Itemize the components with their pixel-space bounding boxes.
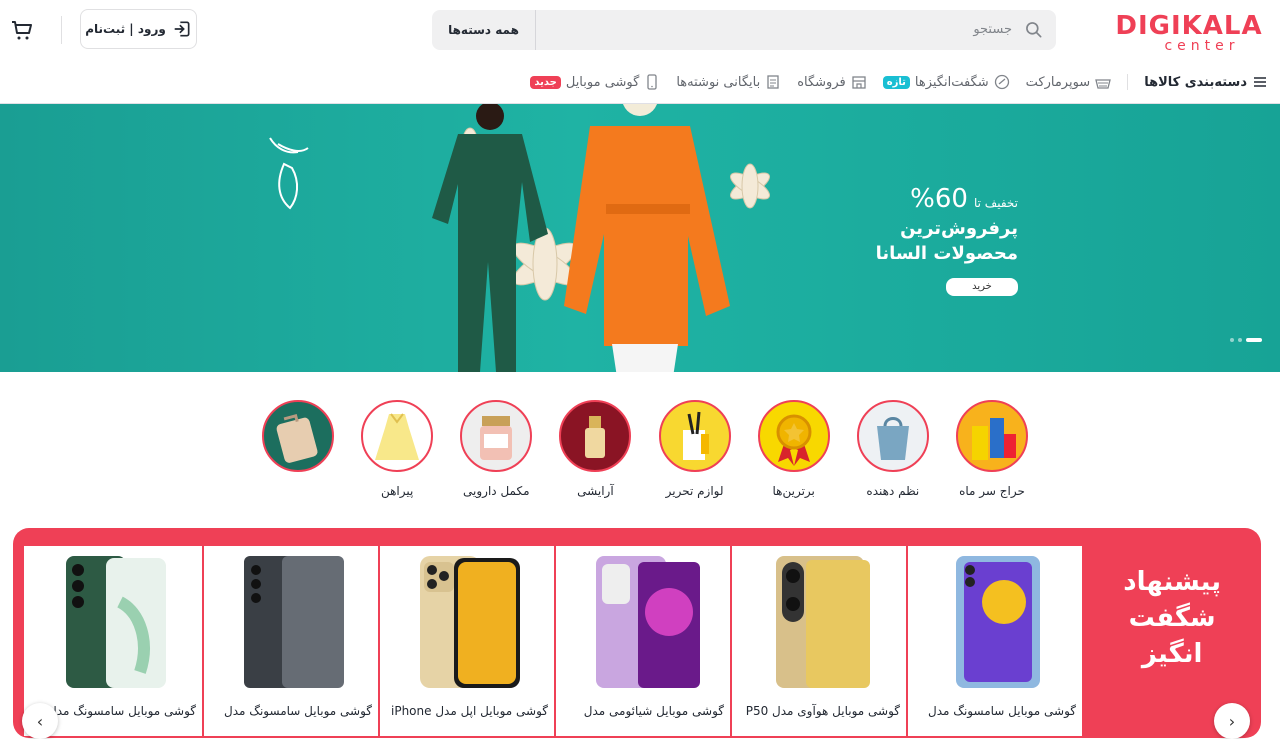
- model-orange-coat: [564, 104, 730, 372]
- hero-line2: پرفروش‌ترین: [900, 218, 1018, 239]
- product-card[interactable]: گوشی موبایل شیائومی مدل: [554, 546, 730, 736]
- category-label: لوازم تحریر: [665, 484, 724, 498]
- carousel-prev-button[interactable]: ‹: [22, 703, 58, 739]
- login-icon: [174, 21, 190, 37]
- product-title[interactable]: گوشی موبایل شیائومی مدل: [558, 702, 724, 720]
- category-item[interactable]: پیراهن: [349, 400, 445, 500]
- samsung-a73-phone: [956, 556, 1040, 688]
- amazing-offers-title[interactable]: پیشنهاد شگفت انگیز: [1123, 564, 1221, 672]
- product-card[interactable]: گوشی موبایل سامسونگ مدل: [202, 546, 378, 736]
- suitcase-icon: [262, 400, 334, 472]
- digikala-logo[interactable]: DIGIKALA center: [1110, 10, 1268, 54]
- category-item[interactable]: حراج سر ماه: [944, 400, 1040, 500]
- hero-banner[interactable]: تخفیف تا 60% پرفروش‌ترین محصولات السانا خ…: [0, 104, 1280, 372]
- xiaomi-note-phone: [596, 556, 700, 688]
- stationery-icon: [658, 400, 731, 472]
- nav-label: شگفت‌انگیزها: [914, 74, 989, 90]
- main-nav: دسته‌بندی کالاها سوپرمارکت شگفت‌انگیزها …: [514, 68, 1268, 96]
- category-label: حراج سر ماه: [959, 484, 1025, 498]
- medal-icon: [757, 400, 830, 472]
- nav-item-amazing[interactable]: شگفت‌انگیزها تازه: [882, 74, 1010, 90]
- category-item[interactable]: [250, 400, 346, 500]
- hero-text: تخفیف تا 60% پرفروش‌ترین محصولات السانا خ…: [876, 184, 1018, 296]
- carousel-dot-active[interactable]: [1246, 338, 1262, 342]
- galaxy-s22-phone: [66, 556, 166, 688]
- search-bar[interactable]: جستجو همه دسته‌ها: [432, 10, 1056, 50]
- hero-line3: محصولات السانا: [875, 243, 1018, 264]
- store-icon: [852, 76, 866, 89]
- nav-label: بایگانی نوشته‌ها: [676, 74, 761, 90]
- login-button[interactable]: ورود | ثبت‌نام: [80, 9, 197, 49]
- carousel-next-button[interactable]: ›: [1214, 703, 1250, 739]
- perfume-icon: [559, 400, 632, 472]
- carousel-dot[interactable]: [1230, 338, 1234, 342]
- amazing-title-line: پیشنهاد: [1123, 567, 1221, 597]
- category-label: آرایشی: [577, 484, 614, 498]
- hero-discount-prefix: تخفیف تا: [973, 196, 1018, 210]
- category-item[interactable]: برترین‌ها: [746, 400, 842, 500]
- category-label: پیراهن: [380, 484, 414, 498]
- galaxy-z-fold4-phone: [244, 556, 344, 688]
- document-icon: [767, 75, 779, 89]
- site-header: DIGIKALA center جستجو همه دسته‌ها ورود |…: [0, 0, 1280, 104]
- cart-icon[interactable]: [10, 18, 34, 42]
- product-title[interactable]: گوشی موبایل سامسونگ مدل: [910, 702, 1076, 720]
- product-title[interactable]: گوشی موبایل سامسونگ مدل: [206, 702, 372, 720]
- product-title[interactable]: گوشی موبایل هوآوی مدل P50: [734, 702, 900, 720]
- product-carousel: گوشی موبایل سامسونگ مدل گوشی موبایل هوآو…: [24, 546, 1082, 736]
- amazing-title-line: شگفت: [1128, 603, 1216, 633]
- amazing-title-line: انگیز: [1141, 639, 1203, 669]
- new-badge: تازه: [882, 75, 910, 89]
- hero-discount-value: 60%: [910, 184, 968, 214]
- login-label: ورود | ثبت‌نام: [85, 22, 166, 36]
- category-item[interactable]: لوازم تحریر: [647, 400, 743, 500]
- product-card[interactable]: گوشی موبایل اپل مدل iPhone: [378, 546, 554, 736]
- model-green-suit: [432, 104, 548, 372]
- logo-text: DIGIKALA: [1115, 11, 1262, 41]
- hero-illustration: [269, 104, 770, 372]
- huawei-p50-phone: [776, 556, 870, 688]
- product-card[interactable]: گوشی موبایل هوآوی مدل P50: [730, 546, 906, 736]
- category-item[interactable]: آرایشی: [547, 400, 643, 500]
- new-badge: جدید: [530, 75, 561, 89]
- category-item[interactable]: نظم دهنده: [845, 400, 941, 500]
- search-icon: [1026, 22, 1042, 38]
- logo-subtext: center: [1164, 38, 1239, 54]
- carousel-dots: [1230, 338, 1262, 342]
- nav-item-blog-archive[interactable]: بایگانی نوشته‌ها: [676, 74, 781, 90]
- category-label: مکمل دارویی: [463, 484, 530, 498]
- percent-icon: [994, 74, 1009, 90]
- basket-icon: [1095, 79, 1112, 89]
- chevron-right-icon: ›: [1228, 711, 1236, 731]
- menu-icon: [1254, 77, 1266, 87]
- nav-item-store[interactable]: فروشگاه: [797, 74, 867, 90]
- product-title[interactable]: گوشی موبایل اپل مدل iPhone: [382, 702, 548, 720]
- product-card[interactable]: گوشی موبایل سامسونگ مدل: [906, 546, 1082, 736]
- carousel-dot[interactable]: [1238, 338, 1242, 342]
- nav-label: گوشی موبایل: [565, 74, 640, 90]
- chevron-left-icon: ‹: [36, 711, 44, 731]
- category-label: نظم دهنده: [866, 484, 920, 498]
- iphone-13-pro-phone: [420, 556, 520, 688]
- grocery-icon: [955, 400, 1028, 472]
- category-item[interactable]: مکمل دارویی: [448, 400, 544, 500]
- search-placeholder[interactable]: جستجو: [973, 22, 1012, 37]
- nav-label: دسته‌بندی کالاها: [1144, 74, 1247, 90]
- phone-icon: [647, 74, 657, 90]
- category-label: برترین‌ها: [772, 484, 815, 498]
- nav-label: فروشگاه: [797, 74, 846, 90]
- nav-item-supermarket[interactable]: سوپرمارکت: [1026, 74, 1112, 90]
- search-category-select[interactable]: همه دسته‌ها: [432, 10, 536, 50]
- nav-item-categories[interactable]: دسته‌بندی کالاها: [1144, 74, 1268, 90]
- nav-label: سوپرمارکت: [1025, 74, 1091, 90]
- supplement-jar-icon: [460, 400, 533, 472]
- nav-item-mobile[interactable]: گوشی موبایل جدید: [530, 74, 660, 90]
- hero-buy-button[interactable]: خرید: [946, 278, 1018, 296]
- category-circles: حراج سر ماه نظم دهنده برترین‌ها لوازم تح…: [250, 400, 1040, 500]
- brand-emblem-icon: [269, 137, 309, 210]
- nav-divider: [1127, 74, 1129, 90]
- dress-icon: [361, 400, 434, 472]
- storage-bag-icon: [856, 400, 929, 472]
- header-divider: [61, 16, 62, 44]
